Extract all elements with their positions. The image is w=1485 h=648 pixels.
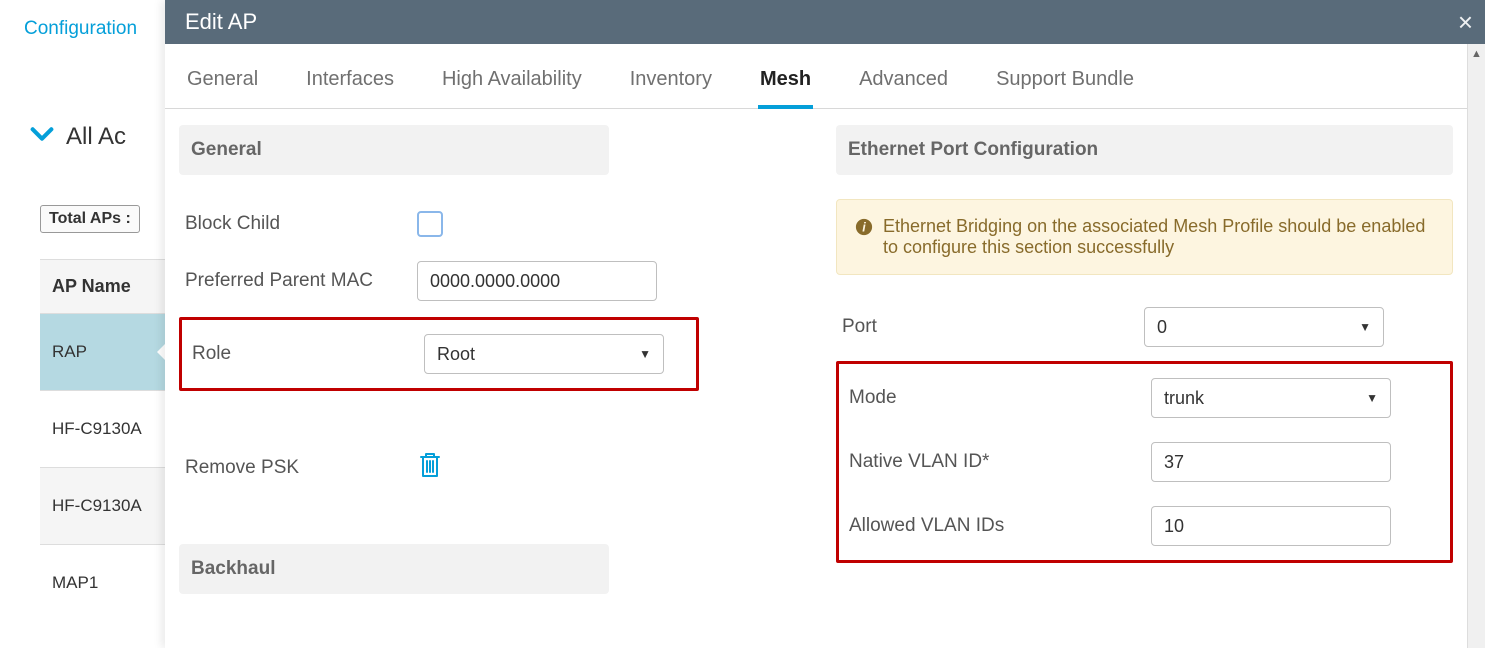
role-highlight-box: Role Root ▼ [179, 317, 699, 391]
scroll-up-icon[interactable]: ▲ [1471, 48, 1482, 60]
block-child-checkbox[interactable] [417, 211, 443, 237]
field-role: Role Root ▼ [186, 322, 692, 386]
section-header-general: General [179, 125, 609, 175]
allowed-vlan-input[interactable] [1151, 506, 1391, 546]
panel-header: Edit AP × [165, 0, 1485, 44]
chevron-down-icon[interactable] [28, 120, 56, 153]
mode-select-value: trunk [1164, 388, 1204, 409]
port-select[interactable]: 0 ▼ [1144, 307, 1384, 347]
ethernet-column: Ethernet Port Configuration i Ethernet B… [836, 125, 1453, 618]
field-remove-psk: Remove PSK [179, 439, 796, 496]
tab-bar: General Interfaces High Availability Inv… [165, 44, 1467, 109]
preferred-parent-mac-label: Preferred Parent MAC [185, 270, 405, 292]
svg-text:i: i [862, 221, 866, 235]
table-row[interactable]: HF-C9130A [40, 390, 170, 467]
role-label: Role [192, 343, 412, 365]
chevron-down-icon: ▼ [1366, 391, 1378, 405]
section-header-ethernet: Ethernet Port Configuration [836, 125, 1453, 175]
table-row[interactable]: HF-C9130A [40, 467, 170, 544]
field-preferred-parent-mac: Preferred Parent MAC [179, 249, 796, 313]
section-header-backhaul: Backhaul [179, 544, 609, 594]
edit-ap-panel: Edit AP × General Interfaces High Availa… [165, 0, 1485, 648]
page-title: All Ac [66, 123, 126, 151]
tab-advanced[interactable]: Advanced [857, 68, 950, 108]
tab-interfaces[interactable]: Interfaces [304, 68, 396, 108]
tab-general[interactable]: General [185, 68, 260, 108]
mode-label: Mode [849, 387, 1139, 409]
breadcrumb[interactable]: Configuration [0, 0, 170, 40]
native-vlan-input[interactable] [1151, 442, 1391, 482]
column-header-ap-name[interactable]: AP Name [40, 259, 170, 313]
field-native-vlan: Native VLAN ID* [843, 430, 1446, 494]
close-icon[interactable]: × [1458, 7, 1473, 38]
info-icon: i [855, 218, 873, 241]
block-child-label: Block Child [185, 213, 405, 235]
tab-high-availability[interactable]: High Availability [440, 68, 584, 108]
role-select-value: Root [437, 344, 475, 365]
trash-icon[interactable] [417, 451, 443, 484]
tab-inventory[interactable]: Inventory [628, 68, 714, 108]
remove-psk-label: Remove PSK [185, 457, 405, 479]
tab-support-bundle[interactable]: Support Bundle [994, 68, 1136, 108]
native-vlan-label: Native VLAN ID* [849, 451, 1139, 473]
allowed-vlan-label: Allowed VLAN IDs [849, 515, 1139, 537]
field-port: Port 0 ▼ [836, 295, 1453, 359]
vlan-highlight-box: Mode trunk ▼ Native VLAN ID* Allowed VLA… [836, 361, 1453, 563]
section-header: All Ac [0, 40, 170, 153]
mode-select[interactable]: trunk ▼ [1151, 378, 1391, 418]
total-aps-filter[interactable]: Total APs : [40, 205, 140, 233]
tab-mesh[interactable]: Mesh [758, 68, 813, 109]
chevron-down-icon: ▼ [1359, 320, 1371, 334]
ethernet-info-text: Ethernet Bridging on the associated Mesh… [883, 216, 1434, 258]
scrollbar[interactable]: ▲ [1467, 44, 1485, 648]
table-row[interactable]: RAP [40, 313, 170, 390]
field-mode: Mode trunk ▼ [843, 366, 1446, 430]
table-row[interactable]: MAP1 [40, 544, 170, 621]
role-select[interactable]: Root ▼ [424, 334, 664, 374]
ethernet-info-banner: i Ethernet Bridging on the associated Me… [836, 199, 1453, 275]
chevron-down-icon: ▼ [639, 347, 651, 361]
background-page: Configuration All Ac Total APs : AP Name… [0, 0, 170, 648]
field-block-child: Block Child [179, 199, 796, 249]
field-allowed-vlan: Allowed VLAN IDs [843, 494, 1446, 558]
panel-title: Edit AP [185, 9, 257, 35]
port-label: Port [842, 316, 1132, 338]
preferred-parent-mac-input[interactable] [417, 261, 657, 301]
port-select-value: 0 [1157, 317, 1167, 338]
general-column: General Block Child Preferred Parent MAC… [179, 125, 796, 618]
